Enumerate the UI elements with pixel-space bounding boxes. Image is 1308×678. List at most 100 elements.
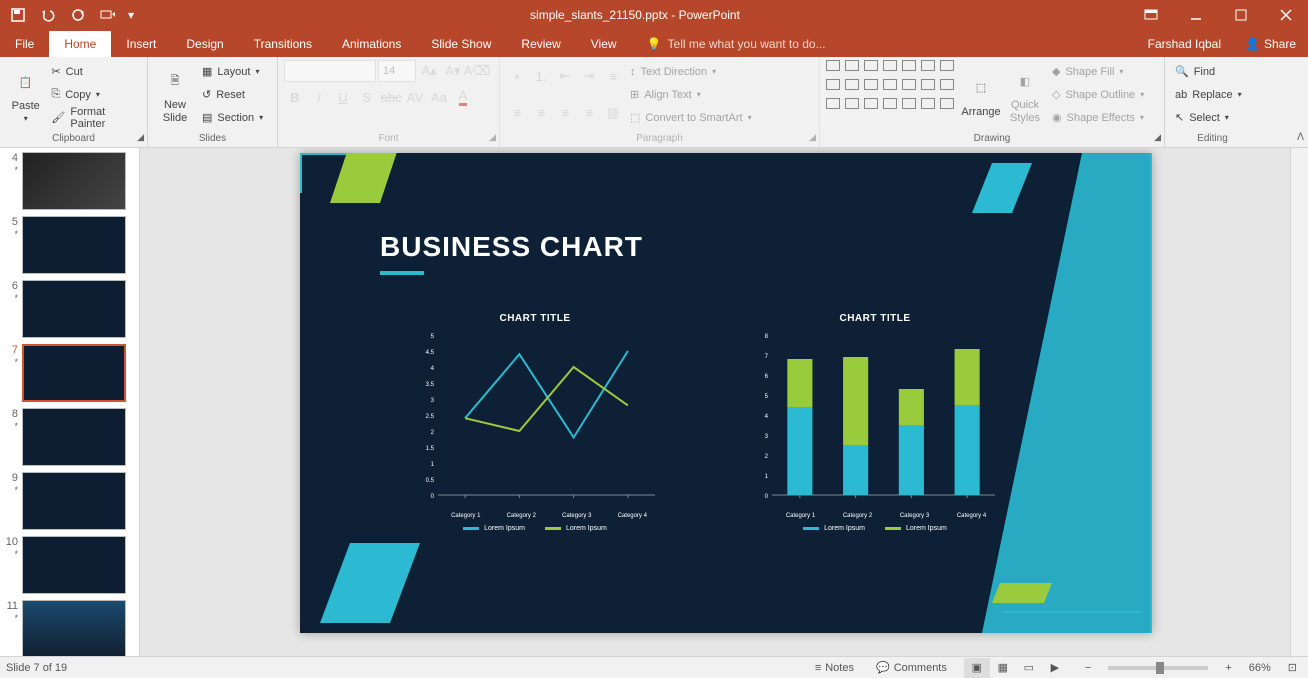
numbering-button[interactable]: 1. [530, 65, 552, 87]
shapes-gallery[interactable] [826, 60, 958, 129]
shadow-button[interactable]: S [356, 86, 378, 108]
close-button[interactable] [1263, 0, 1308, 29]
slide-thumbnail-5[interactable]: 5* [4, 216, 135, 274]
comments-button[interactable]: 💬Comments [871, 661, 952, 674]
svg-text:3.5: 3.5 [426, 382, 435, 388]
align-right-button[interactable]: ≡ [554, 102, 576, 124]
find-button[interactable]: 🔍Find [1171, 61, 1246, 83]
zoom-in-button[interactable]: + [1220, 662, 1236, 674]
undo-button[interactable] [34, 3, 62, 27]
increase-font-button[interactable]: A▴ [418, 60, 440, 82]
slide-thumbnail-10[interactable]: 10* [4, 536, 135, 594]
underline-button[interactable]: U [332, 86, 354, 108]
decrease-font-button[interactable]: A▾ [442, 60, 464, 82]
slide-thumbnail-8[interactable]: 8* [4, 408, 135, 466]
tab-file[interactable]: File [0, 31, 49, 57]
zoom-level[interactable]: 66% [1249, 662, 1271, 674]
tab-slideshow[interactable]: Slide Show [416, 31, 506, 57]
clear-formatting-button[interactable]: A⌫ [466, 60, 488, 82]
normal-view-button[interactable]: ▣ [964, 658, 990, 678]
bold-button[interactable]: B [284, 86, 306, 108]
lightbulb-icon: 💡 [647, 37, 662, 51]
layout-button[interactable]: ▦Layout▾ [198, 61, 267, 83]
line-spacing-button[interactable]: ≡ [602, 65, 624, 87]
smartart-button[interactable]: ⬚Convert to SmartArt▾ [626, 107, 756, 129]
slide-thumbnail-11[interactable]: 11* [4, 600, 135, 656]
notes-button[interactable]: ≡Notes [810, 662, 859, 674]
slide-canvas[interactable]: BUSINESS CHART CHART TITLE 00.511.522.53… [300, 153, 1152, 633]
tab-design[interactable]: Design [171, 31, 238, 57]
italic-button[interactable]: I [308, 86, 330, 108]
copy-button[interactable]: ⎘Copy▾ [47, 84, 141, 106]
tab-insert[interactable]: Insert [111, 31, 171, 57]
slideshow-view-button[interactable]: ▶ [1042, 658, 1068, 678]
accent-shape [972, 163, 1032, 223]
collapse-ribbon-button[interactable]: ᐱ [1297, 132, 1304, 143]
line-chart[interactable]: CHART TITLE 00.511.522.533.544.55 Catego… [410, 313, 660, 532]
justify-button[interactable]: ≡ [578, 102, 600, 124]
reset-button[interactable]: ↺Reset [198, 84, 267, 106]
new-slide-button[interactable]: 🗎New Slide [154, 60, 196, 129]
slide-edit-area[interactable]: BUSINESS CHART CHART TITLE 00.511.522.53… [140, 148, 1290, 656]
shape-effects-button[interactable]: ◉Shape Effects▾ [1048, 107, 1148, 129]
font-size-combo[interactable]: 14 [378, 60, 416, 82]
change-case-button[interactable]: Aa [428, 86, 450, 108]
user-name[interactable]: Farshad Iqbal [1136, 31, 1233, 57]
paste-button[interactable]: 📋Paste▾ [6, 60, 45, 129]
slide-sorter-view-button[interactable]: ▦ [990, 658, 1016, 678]
tab-animations[interactable]: Animations [327, 31, 416, 57]
align-left-button[interactable]: ≡ [506, 102, 528, 124]
text-direction-button[interactable]: ↕Text Direction▾ [626, 61, 756, 83]
bar-chart[interactable]: CHART TITLE 012345678 Category 1Category… [750, 313, 1000, 532]
comments-label: Comments [894, 662, 947, 674]
quick-styles-button[interactable]: ◧Quick Styles [1004, 60, 1046, 129]
share-button[interactable]: 👤Share [1233, 31, 1308, 57]
slide-thumbnail-4[interactable]: 4* [4, 152, 135, 210]
paragraph-dialog-launcher[interactable]: ◢ [809, 132, 816, 143]
select-button[interactable]: ↖Select▾ [1171, 107, 1246, 129]
shape-outline-button[interactable]: ◇Shape Outline▾ [1048, 84, 1148, 106]
font-dialog-launcher[interactable]: ◢ [489, 132, 496, 143]
slide-thumbnail-7[interactable]: 7* [4, 344, 135, 402]
shape-fill-button[interactable]: ◆Shape Fill▾ [1048, 61, 1148, 83]
reading-view-button[interactable]: ▭ [1016, 658, 1042, 678]
drawing-dialog-launcher[interactable]: ◢ [1154, 132, 1161, 143]
tell-me-search[interactable]: 💡Tell me what you want to do... [632, 31, 841, 57]
increase-indent-button[interactable]: ⇥ [578, 65, 600, 87]
clipboard-dialog-launcher[interactable]: ◢ [137, 132, 144, 143]
slide-title[interactable]: BUSINESS CHART [380, 231, 643, 263]
strikethrough-button[interactable]: abc [380, 86, 402, 108]
tab-view[interactable]: View [576, 31, 632, 57]
start-from-beginning-button[interactable] [94, 3, 122, 27]
columns-button[interactable]: ▥ [602, 102, 624, 124]
vertical-scrollbar[interactable] [1290, 148, 1308, 656]
slide-thumbnail-6[interactable]: 6* [4, 280, 135, 338]
zoom-slider[interactable] [1108, 666, 1208, 670]
slide-thumbnails-pane[interactable]: 4* 5* 6* 7* 8* 9* 10* 11* [0, 148, 140, 656]
svg-text:2: 2 [765, 454, 769, 460]
tab-home[interactable]: Home [49, 31, 111, 57]
redo-button[interactable] [64, 3, 92, 27]
decrease-indent-button[interactable]: ⇤ [554, 65, 576, 87]
fit-to-window-button[interactable]: ⊡ [1283, 661, 1302, 674]
minimize-button[interactable] [1173, 0, 1218, 29]
font-color-button[interactable]: A [452, 86, 474, 108]
zoom-out-button[interactable]: − [1080, 662, 1096, 674]
tab-transitions[interactable]: Transitions [239, 31, 327, 57]
arrange-button[interactable]: ⬚Arrange [960, 60, 1002, 129]
font-name-combo[interactable] [284, 60, 376, 82]
slide-thumbnail-9[interactable]: 9* [4, 472, 135, 530]
save-button[interactable] [4, 3, 32, 27]
bullets-button[interactable]: • [506, 65, 528, 87]
qat-customize-button[interactable]: ▾ [124, 3, 138, 27]
replace-button[interactable]: abReplace▾ [1171, 84, 1246, 106]
tab-review[interactable]: Review [506, 31, 575, 57]
ribbon-display-options-button[interactable] [1128, 0, 1173, 29]
align-center-button[interactable]: ≡ [530, 102, 552, 124]
section-button[interactable]: ▤Section▾ [198, 107, 267, 129]
maximize-button[interactable] [1218, 0, 1263, 29]
align-text-button[interactable]: ⊞Align Text▾ [626, 84, 756, 106]
format-painter-button[interactable]: 🖌Format Painter [47, 107, 141, 129]
cut-button[interactable]: ✂Cut [47, 61, 141, 83]
spacing-button[interactable]: AV [404, 86, 426, 108]
